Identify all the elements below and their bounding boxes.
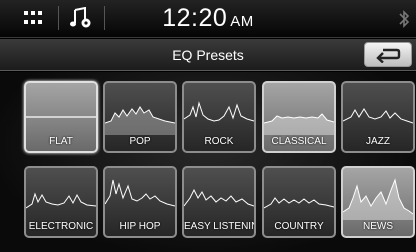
eq-curve-icon bbox=[264, 197, 334, 209]
preset-label: POP bbox=[129, 136, 151, 147]
preset-label: COUNTRY bbox=[274, 221, 324, 232]
clock-time: 12:20 bbox=[162, 4, 228, 32]
preset-label: JAZZ bbox=[366, 136, 390, 147]
preset-label: ROCK bbox=[204, 136, 234, 147]
preset-pop[interactable]: POP bbox=[103, 81, 177, 153]
clock-ampm: AM bbox=[230, 13, 254, 30]
eq-curve-icon bbox=[343, 108, 413, 124]
preset-label: ELECTRONIC bbox=[28, 221, 94, 232]
preset-rock[interactable]: ROCK bbox=[182, 81, 256, 153]
eq-curve-icon bbox=[26, 192, 96, 209]
title-bar: EQ Presets bbox=[0, 39, 416, 71]
back-arrow-icon bbox=[376, 48, 401, 63]
back-button[interactable] bbox=[364, 42, 412, 67]
eq-presets-grid: FLAT POP ROCK CLASSICAL JAZZ ELECTRONIC bbox=[0, 72, 416, 252]
preset-label: FLAT bbox=[49, 136, 73, 147]
clock: 12:20 AM bbox=[0, 3, 416, 37]
preset-jazz[interactable]: JAZZ bbox=[341, 81, 415, 153]
eq-curve-icon bbox=[264, 113, 334, 135]
preset-label: HIP HOP bbox=[119, 221, 161, 232]
status-bar: 12:20 AM bbox=[0, 0, 416, 38]
preset-news[interactable]: NEWS bbox=[341, 166, 415, 238]
preset-flat[interactable]: FLAT bbox=[24, 81, 98, 153]
eq-curve-icon bbox=[343, 178, 413, 220]
preset-country[interactable]: COUNTRY bbox=[262, 166, 336, 238]
preset-electronic[interactable]: ELECTRONIC bbox=[24, 166, 98, 238]
preset-easy-listening[interactable]: EASY LISTENING bbox=[182, 166, 256, 238]
preset-classical[interactable]: CLASSICAL bbox=[262, 81, 336, 153]
eq-curve-icon bbox=[105, 179, 175, 207]
preset-label: CLASSICAL bbox=[271, 136, 327, 147]
preset-label: EASY LISTENING bbox=[184, 221, 254, 232]
preset-hip-hop[interactable]: HIP HOP bbox=[103, 166, 177, 238]
preset-label: NEWS bbox=[363, 221, 393, 232]
eq-curve-icon bbox=[184, 101, 254, 122]
eq-curve-icon bbox=[105, 106, 175, 135]
eq-curve-icon bbox=[26, 116, 96, 118]
bluetooth-icon bbox=[398, 9, 410, 29]
page-title: EQ Presets bbox=[172, 47, 244, 63]
eq-curve-icon bbox=[184, 188, 254, 207]
